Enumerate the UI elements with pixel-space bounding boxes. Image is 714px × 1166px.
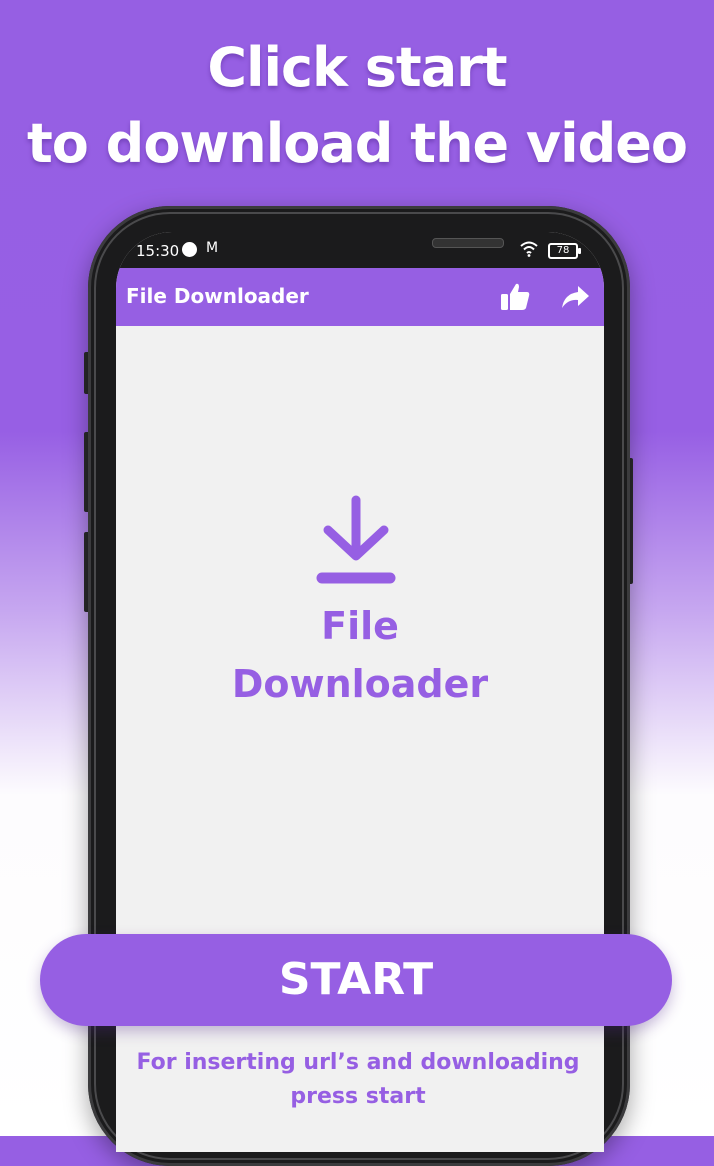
headline-line-1: Click start — [207, 36, 507, 99]
app-bar: File Downloader — [116, 268, 604, 326]
download-icon — [316, 495, 396, 584]
gmail-icon: M — [206, 240, 219, 256]
camera-notch — [226, 232, 504, 268]
brand-title-line-2: Downloader — [231, 662, 489, 706]
headline-line-2: to download the video — [26, 112, 688, 175]
earpiece-speaker — [432, 238, 504, 248]
share-arrow-icon[interactable] — [558, 280, 592, 314]
battery-icon: 78 — [548, 243, 581, 259]
thumbs-up-icon[interactable] — [498, 280, 532, 314]
brand-title-line-1: File — [321, 604, 399, 648]
start-hint-text: For inserting url’s and downloading pres… — [136, 1050, 580, 1109]
wifi-icon — [520, 241, 538, 257]
start-button[interactable]: START — [40, 934, 672, 1026]
status-bar: 15:30 M 78 — [116, 232, 604, 268]
status-time: 15:30 — [136, 242, 180, 260]
notification-dot-icon — [182, 242, 197, 257]
app-title: File Downloader — [126, 284, 309, 308]
